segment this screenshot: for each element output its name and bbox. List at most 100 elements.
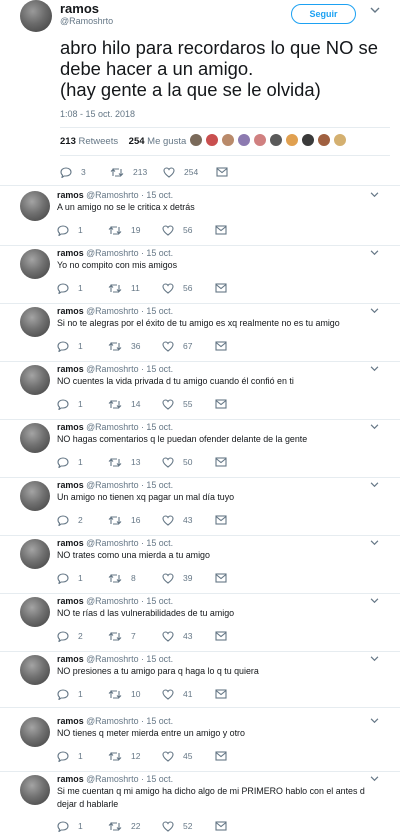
liker-avatar[interactable] [237,133,251,147]
message-button[interactable] [215,820,227,832]
avatar[interactable] [20,717,50,747]
reply-button[interactable]: 1 [57,282,83,294]
message-button[interactable] [215,572,227,584]
liker-avatar[interactable] [189,133,203,147]
reply-tweet[interactable]: ramos @Ramoshrto · 15 oct. NO trates com… [0,538,400,596]
reply-author-name[interactable]: ramos [57,422,84,432]
avatar[interactable] [20,775,50,805]
reply-meta[interactable]: @Ramoshrto · 15 oct. [86,248,173,258]
liker-avatar[interactable] [253,133,267,147]
reply-button[interactable]: 1 [57,688,83,700]
retweet-button[interactable]: 11 [108,282,140,294]
avatar[interactable] [20,597,50,627]
reply-tweet[interactable]: ramos @Ramoshrto · 15 oct. NO te rías d … [0,596,400,654]
reply-button[interactable]: 1 [57,224,83,236]
retweet-button[interactable]: 16 [108,514,140,526]
reply-author-name[interactable]: ramos [57,596,84,606]
avatar[interactable] [20,481,50,511]
retweets-count[interactable]: 213 [60,136,76,147]
reply-button[interactable]: 1 [57,750,83,762]
author-handle[interactable]: @Ramoshrto [60,16,113,26]
avatar[interactable] [20,655,50,685]
like-button[interactable]: 254 [163,166,198,178]
liker-avatar[interactable] [333,133,347,147]
chevron-down-icon[interactable] [370,191,379,200]
reply-tweet[interactable]: ramos @Ramoshrto · 15 oct. Si no te aleg… [0,306,400,364]
like-button[interactable]: 43 [162,514,192,526]
retweet-button[interactable]: 213 [110,166,147,178]
chevron-down-icon[interactable] [370,539,379,548]
message-button[interactable] [215,282,227,294]
like-button[interactable]: 39 [162,572,192,584]
liker-avatar[interactable] [205,133,219,147]
reply-meta[interactable]: @Ramoshrto · 15 oct. [86,306,173,316]
reply-tweet[interactable]: ramos @Ramoshrto · 15 oct. NO cuentes la… [0,364,400,422]
reply-tweet[interactable]: ramos @Ramoshrto · 15 oct. A un amigo no… [0,190,400,248]
avatar[interactable] [20,307,50,337]
reply-tweet[interactable]: ramos @Ramoshrto · 15 oct. Un amigo no t… [0,480,400,538]
reply-button[interactable]: 1 [57,456,83,468]
retweet-button[interactable]: 7 [108,630,136,642]
likes-count[interactable]: 254 [129,136,145,147]
reply-tweet[interactable]: ramos @Ramoshrto · 15 oct. NO tienes q m… [0,716,400,774]
retweet-button[interactable]: 19 [108,224,140,236]
reply-button[interactable]: 1 [57,572,83,584]
liker-avatar[interactable] [317,133,331,147]
message-button[interactable] [215,630,227,642]
chevron-down-icon[interactable] [370,307,379,316]
message-button[interactable] [215,688,227,700]
reply-meta[interactable]: @Ramoshrto · 15 oct. [86,190,173,200]
chevron-down-icon[interactable] [370,597,379,606]
chevron-down-icon[interactable] [370,481,379,490]
reply-author-name[interactable]: ramos [57,538,84,548]
retweet-button[interactable]: 14 [108,398,140,410]
like-button[interactable]: 50 [162,456,192,468]
reply-button[interactable]: 1 [57,820,83,832]
like-button[interactable]: 43 [162,630,192,642]
reply-author-name[interactable]: ramos [57,364,84,374]
reply-author-name[interactable]: ramos [57,654,84,664]
retweets-label[interactable]: Retweets [79,136,119,147]
tweet-timestamp[interactable]: 1:08 - 15 oct. 2018 [60,109,135,119]
reply-meta[interactable]: @Ramoshrto · 15 oct. [86,538,173,548]
avatar[interactable] [20,0,52,32]
avatar[interactable] [20,249,50,279]
avatar[interactable] [20,191,50,221]
message-button[interactable] [215,224,227,236]
chevron-down-icon[interactable] [370,775,379,784]
reply-button[interactable]: 1 [57,340,83,352]
reply-meta[interactable]: @Ramoshrto · 15 oct. [86,774,173,784]
message-button[interactable] [215,340,227,352]
like-button[interactable]: 56 [162,224,192,236]
reply-author-name[interactable]: ramos [57,716,84,726]
chevron-down-icon[interactable] [370,365,379,374]
avatar[interactable] [20,365,50,395]
message-button[interactable] [216,166,228,178]
reply-button[interactable]: 2 [57,514,83,526]
retweet-button[interactable]: 10 [108,688,140,700]
like-button[interactable]: 45 [162,750,192,762]
message-button[interactable] [215,456,227,468]
liker-avatar[interactable] [269,133,283,147]
liker-avatar[interactable] [285,133,299,147]
like-button[interactable]: 41 [162,688,192,700]
reply-button[interactable]: 3 [60,166,86,178]
message-button[interactable] [215,398,227,410]
avatar[interactable] [20,539,50,569]
message-button[interactable] [215,750,227,762]
avatar[interactable] [20,423,50,453]
reply-meta[interactable]: @Ramoshrto · 15 oct. [86,422,173,432]
follow-button[interactable]: Seguir [291,4,356,24]
chevron-down-icon[interactable] [370,717,379,726]
retweet-button[interactable]: 36 [108,340,140,352]
reply-author-name[interactable]: ramos [57,190,84,200]
likes-label[interactable]: Me gusta [147,136,186,147]
like-button[interactable]: 56 [162,282,192,294]
chevron-down-icon[interactable] [370,655,379,664]
retweet-button[interactable]: 12 [108,750,140,762]
reply-meta[interactable]: @Ramoshrto · 15 oct. [86,654,173,664]
reply-meta[interactable]: @Ramoshrto · 15 oct. [86,596,173,606]
reply-tweet[interactable]: ramos @Ramoshrto · 15 oct. NO presiones … [0,654,400,712]
chevron-down-icon[interactable] [370,249,379,258]
retweet-button[interactable]: 13 [108,456,140,468]
